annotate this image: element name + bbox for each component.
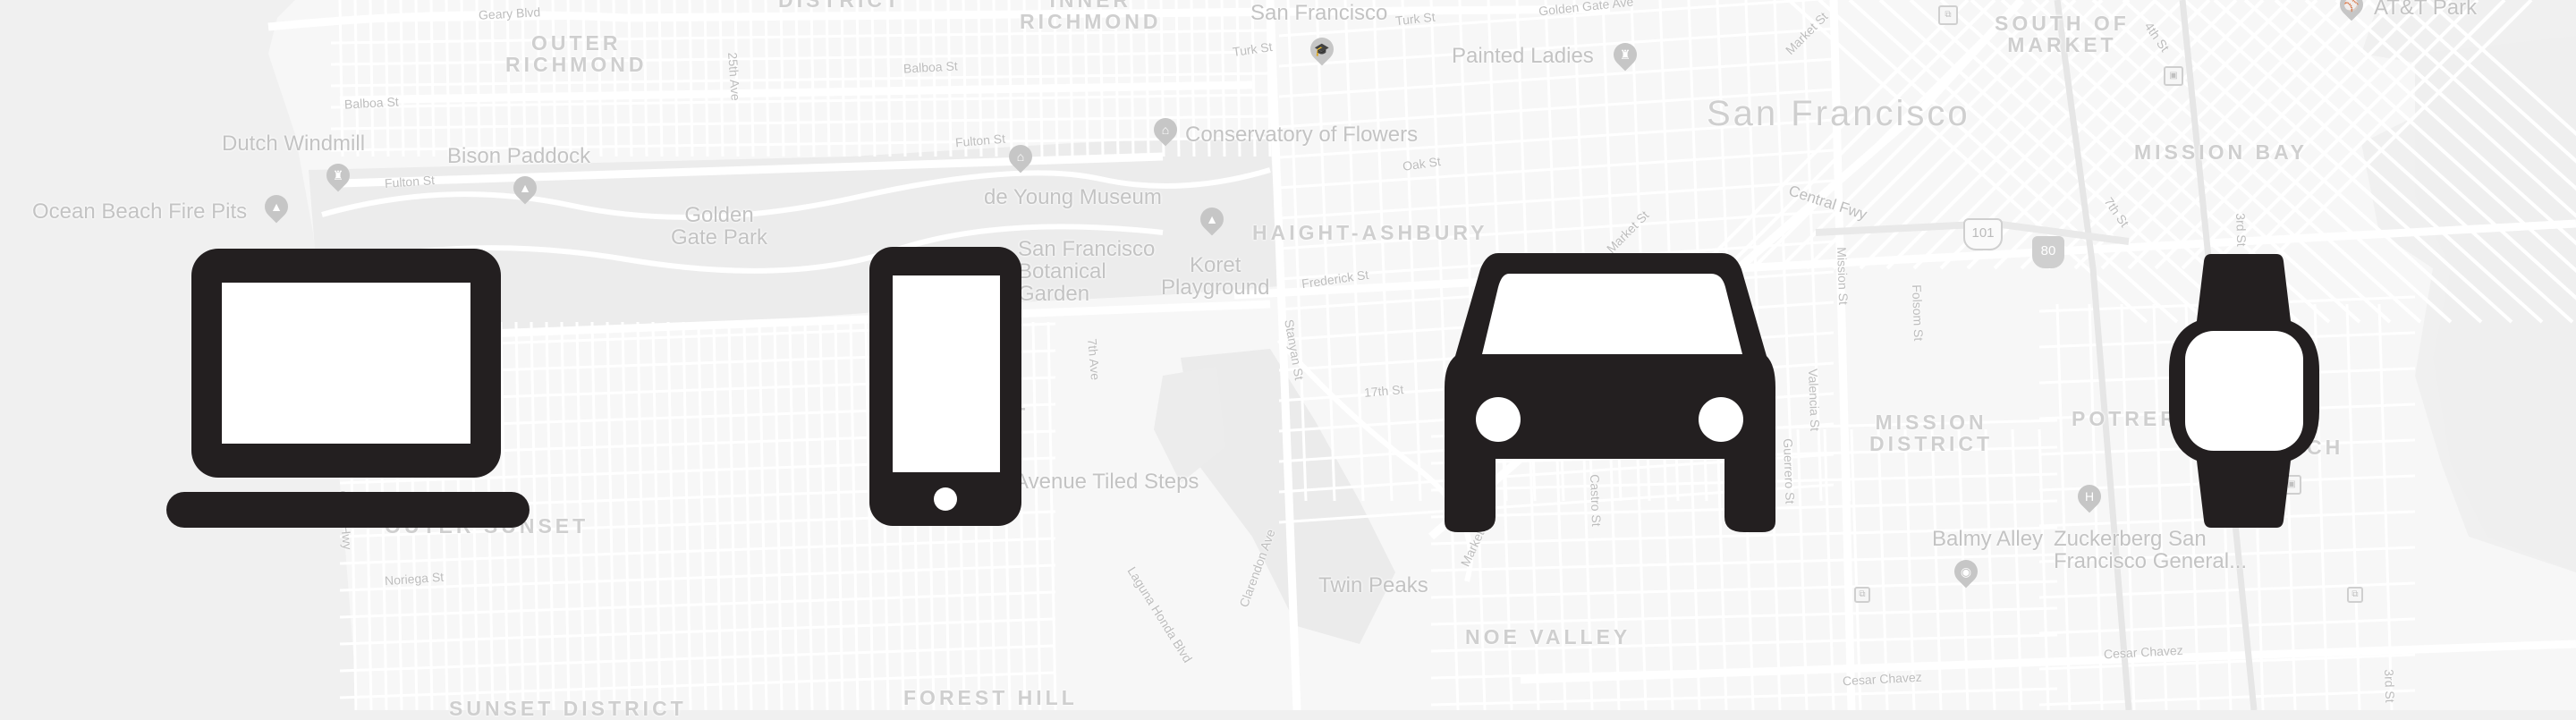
watch-icon[interactable] [2169,254,2319,528]
park-icon[interactable]: ▲ [508,171,542,205]
poi-label[interactable]: Golden Gate Park [671,204,767,250]
poi-label[interactable]: Balmy Alley [1932,528,2043,550]
poi-label[interactable]: Zuckerberg San Francisco General... [2054,528,2247,573]
transit-icon: ⧉ [1854,587,1870,603]
highway-80-shield: 80 [2032,236,2064,268]
poi-label[interactable]: San Francisco Botanical Garden [1018,238,1155,306]
street-label: 7th Ave [1085,337,1104,381]
district-label: SOUTH OF MARKET [1995,12,2130,57]
photo-icon[interactable]: ◉ [1949,555,1983,589]
university-icon[interactable]: 🎓 [1305,32,1339,66]
district-label: OUTER RICHMOND [505,31,648,77]
street-label: Folsom St [1910,284,1927,342]
poi-label[interactable]: Conservatory of Flowers [1185,123,1418,146]
transit-icon: ⧉ [2347,587,2363,603]
transit-icon: ⧉ [1938,5,1958,25]
poi-label[interactable]: San Francisco [1250,2,1387,24]
poi-label[interactable]: Painted Ladies [1452,45,1594,67]
highway-101-shield: 101 [1963,218,2003,250]
street-label: 3rd St [2382,668,2398,703]
city-label: San Francisco [1707,94,1970,133]
street-label: Mission St [1835,246,1852,306]
street-label: Valencia St [1806,368,1823,432]
park-icon[interactable]: ▲ [1195,202,1229,236]
landmark-icon[interactable]: ♜ [321,158,355,192]
street-label: 25th Ave [725,51,743,102]
poi-label[interactable]: Koret Playground [1161,254,1269,300]
poi-label[interactable]: Bison Paddock [447,145,590,167]
street-label: Guerrero St [1781,437,1798,504]
museum-icon[interactable]: ⌂ [1004,140,1038,174]
district-label: DISTRICT [778,0,902,12]
poi-label[interactable]: Twin Peaks [1318,574,1428,597]
landmark-icon[interactable]: ♜ [1608,38,1642,72]
street-label: Balboa St [902,58,959,76]
hospital-icon[interactable]: H [2072,479,2106,513]
district-label: NOE VALLEY [1465,625,1631,648]
museum-icon[interactable]: ⌂ [1148,113,1182,147]
district-label: MISSION BAY [2134,140,2308,164]
street-label: Balboa St [343,94,400,112]
car-icon[interactable] [1445,253,1775,532]
poi-label[interactable]: de Young Museum [984,186,1162,208]
poi-label[interactable]: Dutch Windmill [222,132,365,155]
poi-label[interactable]: Ocean Beach Fire Pits [32,200,247,223]
district-label: MISSION DISTRICT [1869,411,1994,456]
district-label: HAIGHT-ASHBURY [1252,221,1488,244]
street-label: 3rd St [2233,212,2250,247]
transit-icon: ▣ [2164,66,2183,86]
district-label: FOREST HILL [903,686,1078,709]
park-icon[interactable]: ▲ [259,190,293,224]
district-label: SUNSET DISTRICT [449,697,687,720]
laptop-icon[interactable] [166,249,530,528]
district-label: INNER RICHMOND [1020,0,1162,34]
phone-icon[interactable] [869,247,1021,526]
poi-label[interactable]: AT&T Park [2374,0,2477,19]
